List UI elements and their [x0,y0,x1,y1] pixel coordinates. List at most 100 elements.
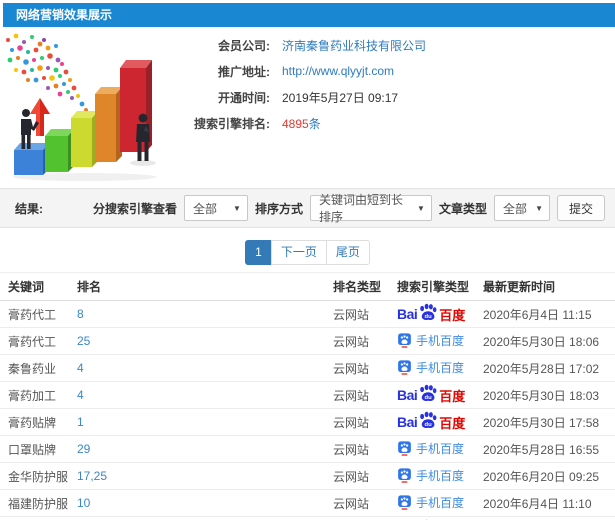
member-info-panel: 会员公司: 济南秦鲁药业科技有限公司 推广地址: http://www.qlyy… [178,36,608,140]
baidu-paw-icon: du [418,411,438,432]
updated-cell: 2020年6月20日 09:25 [483,462,615,490]
updated-cell [483,516,615,520]
keyword-cell: 膏药贴牌 [0,408,77,436]
updated-cell: 2020年5月28日 17:02 [483,354,615,382]
sort-select[interactable]: 关键词由短到长排序 ▼ [309,193,432,224]
rank-cell: 10 [77,489,333,517]
keyword-cell: 秦鲁药业 [0,354,77,382]
table-row: 膏药代工 8 云网站 Bai du 百度 2020年6月4日 11:15 [0,300,615,328]
rank-cell: 4 [77,354,333,382]
rank-cell [77,516,333,520]
result-label: 结果: [15,201,43,216]
mobile-baidu-icon [397,494,412,510]
article-type-select-label: 文章类型 [438,201,487,216]
engine-type-cell: Bai du 百度 [397,300,483,328]
mobile-baidu-logo: 手机百度 [397,440,464,457]
rank-type-cell: 云网站 [333,462,397,490]
rank-link[interactable]: 17,25 [77,469,107,483]
article-type-select[interactable]: 全部 ▼ [493,195,550,221]
chevron-down-icon: ▼ [535,203,543,213]
baidu-logo: Bai du 百度 [397,303,465,326]
keyword-cell: 膏药代工 [0,327,77,355]
header-engine-type: 搜索引擎类型 [397,272,483,301]
table-row: 口罩贴牌 29 云网站 Bai du 百度 [0,435,615,463]
mobile-baidu-icon [397,440,412,456]
svg-text:du: du [425,422,433,428]
sort-select-label: 排序方式 [254,201,303,216]
keyword-cell: 膏药加工 [0,381,77,409]
baidu-paw-icon: du [418,384,438,405]
svg-text:du: du [425,395,433,401]
rank-link[interactable]: 4 [77,388,84,402]
mobile-baidu-icon [397,332,412,348]
table-row: 膏药贴牌 1 云网站 Bai du 百度 2020年5月30日 17:58 [0,408,615,436]
open-time-label: 开通时间: [218,90,270,105]
promo-url-row: 推广地址: http://www.qlyyjt.com [178,62,608,80]
table-row-partial: Bai du 百度 [0,516,615,520]
rank-type-cell: 云网站 [333,435,397,463]
updated-cell: 2020年5月30日 18:06 [483,327,615,355]
updated-cell: 2020年5月28日 16:55 [483,435,615,463]
article-type-select-value: 全部 [502,201,527,216]
promo-url-link[interactable]: http://www.qlyyjt.com [282,64,394,78]
rank-type-cell: 云网站 [333,327,397,355]
rank-type-cell: 云网站 [333,381,397,409]
rank-unit: 条 [308,116,321,131]
rank-cell: 4 [77,381,333,409]
rank-cell: 8 [77,300,333,328]
results-table-area: 关键词 排名 排名类型 搜索引擎类型 最新更新时间 膏药代工 8 云网站 Bai [0,272,615,520]
table-row: 金华防护服 17,25 云网站 Bai du 百度 [0,462,615,490]
engine-select-value: 全部 [192,201,217,216]
confetti-dots [6,33,88,112]
engine-select[interactable]: 全部 ▼ [183,195,248,221]
updated-cell: 2020年6月4日 11:10 [483,489,615,517]
mobile-baidu-icon [397,359,412,375]
bar-green [45,129,74,172]
rank-type-cell [333,516,397,520]
rank-cell: 1 [77,408,333,436]
chevron-down-icon: ▼ [233,203,241,213]
baidu-logo: Bai du 百度 [397,384,465,407]
engine-type-cell: Bai du 百度 [397,489,483,517]
mobile-baidu-logo: 手机百度 [397,494,464,511]
rank-link[interactable]: 4 [77,361,84,375]
company-label: 会员公司: [218,38,270,53]
page-1-button[interactable]: 1 [245,240,272,265]
table-row: 膏药加工 4 云网站 Bai du 百度 2020年5月30日 18:03 [0,381,615,409]
rank-type-cell: 云网站 [333,408,397,436]
baidu-logo: Bai du 百度 [397,411,465,434]
rank-count: 4895 [282,116,309,131]
updated-cell: 2020年6月4日 11:15 [483,300,615,328]
engine-rank-value: 4895条 [282,115,321,132]
table-row: 膏药代工 25 云网站 Bai du 百度 [0,327,615,355]
company-row: 会员公司: 济南秦鲁药业科技有限公司 [178,36,608,54]
submit-button[interactable]: 提交 [556,195,605,221]
rank-type-cell: 云网站 [333,489,397,517]
next-page-button[interactable]: 下一页 [270,240,327,265]
mobile-baidu-logo: 手机百度 [397,467,464,484]
bar-chart-illustration [0,30,175,182]
last-page-button[interactable]: 尾页 [325,240,370,265]
engine-type-cell: Bai du 百度 [397,354,483,382]
rank-link[interactable]: 25 [77,334,90,348]
engine-type-cell: Bai du 百度 [397,435,483,463]
keyword-cell: 金华防护服 [0,462,77,490]
mobile-baidu-logo: 手机百度 [397,332,464,349]
company-link[interactable]: 济南秦鲁药业科技有限公司 [282,37,426,54]
engine-type-cell: Bai du 百度 [397,381,483,409]
keyword-cell [0,516,77,520]
open-time-value: 2019年5月27日 09:17 [282,90,399,105]
rank-cell: 25 [77,327,333,355]
rank-cell: 17,25 [77,462,333,490]
chevron-down-icon: ▼ [417,203,425,213]
rank-link[interactable]: 29 [77,442,90,456]
table-row: 福建防护服 10 云网站 Bai du 百度 [0,489,615,517]
rank-link[interactable]: 8 [77,307,84,321]
engine-type-cell: Bai du 百度 [397,516,483,520]
rank-link[interactable]: 1 [77,415,84,429]
engine-type-cell: Bai du 百度 [397,327,483,355]
filter-bar: 结果: 分搜索引擎查看 全部 ▼ 排序方式 关键词由短到长排序 ▼ 文章类型 全… [0,188,615,228]
rank-type-cell: 云网站 [333,300,397,328]
header-updated: 最新更新时间 [483,272,615,301]
rank-link[interactable]: 10 [77,496,90,510]
